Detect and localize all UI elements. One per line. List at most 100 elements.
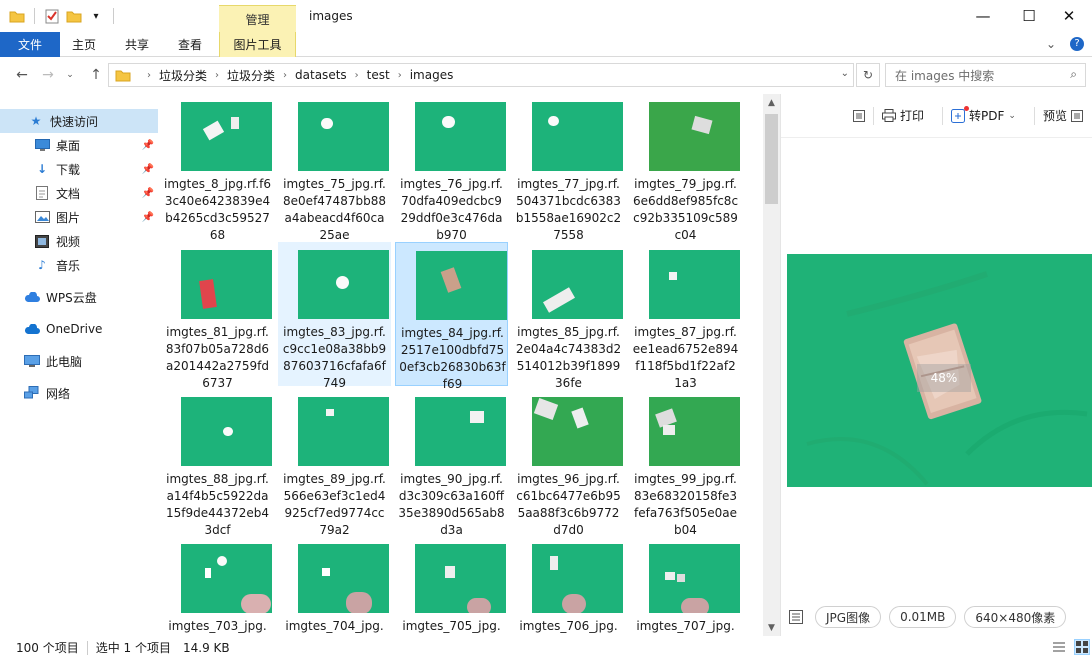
nav-network[interactable]: 网络 xyxy=(0,381,158,405)
file-tile[interactable]: imgtes_96_jpg.rf.c61bc6477e6b955aa88f3c6… xyxy=(512,389,625,537)
breadcrumb-item[interactable]: 垃圾分类 xyxy=(227,67,275,84)
nav-quick-access[interactable]: ★ 快速访问 xyxy=(0,109,158,133)
file-grid: imgtes_8_jpg.rf.f63c40e6423839e4b4265cd3… xyxy=(161,94,763,636)
search-input[interactable]: 在 images 中搜索 ⌕ xyxy=(885,63,1086,87)
nav-item-documents[interactable]: 文档 📌 xyxy=(0,181,158,205)
file-name: imgtes_77_jpg.rf.504371bcdc6383b1558ae16… xyxy=(515,177,622,242)
pin-icon[interactable]: 📌 xyxy=(142,188,154,199)
divider xyxy=(86,640,88,655)
nav-item-music[interactable]: ♪ 音乐 xyxy=(0,253,158,277)
file-tile[interactable]: imgtes_83_jpg.rf.c9cc1e08a38bb987603716c… xyxy=(278,242,391,390)
nav-item-pictures[interactable]: 图片 📌 xyxy=(0,205,158,229)
file-tile[interactable]: imgtes_707_jpg. xyxy=(629,536,742,636)
customize-qat-icon[interactable]: ▾ xyxy=(87,7,105,25)
image-thumbnail xyxy=(532,397,623,466)
nav-item-desktop[interactable]: 桌面 📌 xyxy=(0,133,158,157)
file-tile[interactable]: imgtes_8_jpg.rf.f63c40e6423839e4b4265cd3… xyxy=(161,94,274,242)
download-icon: ↓ xyxy=(36,162,48,176)
preview-label: 预览 xyxy=(1042,109,1067,123)
help-icon[interactable]: ? xyxy=(1070,37,1084,51)
file-tile[interactable]: imgtes_77_jpg.rf.504371bcdc6383b1558ae16… xyxy=(512,94,625,242)
back-icon[interactable]: ← xyxy=(12,66,32,84)
minimize-button[interactable]: — xyxy=(960,0,1006,32)
file-tile-selected[interactable]: imgtes_84_jpg.rf.2517e100dbfd750ef3cb268… xyxy=(395,242,508,391)
nav-label: WPS云盘 xyxy=(46,290,97,305)
close-button[interactable]: ✕ xyxy=(1046,0,1092,32)
scrollbar-thumb[interactable] xyxy=(765,114,778,204)
properties-icon[interactable] xyxy=(43,7,61,25)
tab-share[interactable]: 共享 xyxy=(113,32,161,57)
breadcrumb-item[interactable]: datasets xyxy=(295,68,347,82)
file-name: imgtes_703_jpg. xyxy=(168,619,267,633)
pin-icon[interactable]: 📌 xyxy=(142,164,154,175)
tab-home[interactable]: 主页 xyxy=(60,32,108,57)
image-thumbnail xyxy=(532,544,623,613)
file-tile[interactable]: imgtes_81_jpg.rf.83f07b05a728d6a201442a2… xyxy=(161,242,274,390)
refresh-button[interactable]: ↻ xyxy=(856,63,880,87)
preview-info-bar: JPG图像 0.01MB 640×480像素 xyxy=(789,606,1067,628)
onedrive-icon xyxy=(24,321,40,337)
pin-icon[interactable]: 📌 xyxy=(142,140,154,151)
file-tile[interactable]: imgtes_89_jpg.rf.566e63ef3c1ed4925cf7ed9… xyxy=(278,389,391,537)
vertical-scrollbar[interactable]: ▲ ▼ xyxy=(763,94,780,636)
address-bar[interactable]: › 垃圾分类 › 垃圾分类 › datasets › test › images… xyxy=(108,63,854,87)
tab-manage[interactable]: 管理 xyxy=(219,5,296,32)
nav-onedrive[interactable]: OneDrive xyxy=(0,317,158,341)
image-thumbnail xyxy=(649,544,740,613)
tab-file[interactable]: 文件 xyxy=(0,32,60,57)
file-tile[interactable]: imgtes_75_jpg.rf.8e0ef47487bb88a4abeacd4… xyxy=(278,94,391,242)
preview-button[interactable]: 预览 xyxy=(1043,107,1083,124)
address-dropdown-icon[interactable]: ⌄ xyxy=(841,68,849,79)
file-tile[interactable]: imgtes_705_jpg. xyxy=(395,536,508,636)
recent-locations-icon[interactable]: ⌄ xyxy=(60,66,80,84)
file-tile[interactable]: imgtes_76_jpg.rf.70dfa409edcbc929ddf0e3c… xyxy=(395,94,508,242)
file-name: imgtes_87_jpg.rf.ee1ead6752e894f118f5bd1… xyxy=(632,325,739,390)
nav-label: OneDrive xyxy=(46,322,103,336)
new-folder-icon[interactable] xyxy=(65,7,83,25)
nav-label: 下载 xyxy=(56,162,81,177)
zoom-indicator: 48% xyxy=(917,364,971,392)
print-button[interactable]: 打印 xyxy=(882,107,924,124)
scroll-up-icon[interactable]: ▲ xyxy=(763,94,780,111)
file-tile[interactable]: imgtes_703_jpg. xyxy=(161,536,274,636)
tab-picture-tools[interactable]: 图片工具 xyxy=(219,32,296,57)
search-icon: ⌕ xyxy=(1070,67,1077,81)
file-tile[interactable]: imgtes_706_jpg. xyxy=(512,536,625,636)
file-tile[interactable]: imgtes_79_jpg.rf.6e6dd8ef985fc8cc92b3351… xyxy=(629,94,742,242)
forward-icon[interactable]: → xyxy=(38,66,58,84)
file-tile[interactable]: imgtes_99_jpg.rf.83e68320158fe3fefa763f5… xyxy=(629,389,742,537)
scroll-down-icon[interactable]: ▼ xyxy=(763,619,780,636)
file-tile[interactable]: imgtes_90_jpg.rf.d3c309c63a160ff35e3890d… xyxy=(395,389,508,537)
details-view-icon[interactable] xyxy=(1052,640,1066,654)
to-pdf-button[interactable]: 转PDF ⌄ xyxy=(951,105,1016,124)
info-toggle-icon[interactable] xyxy=(789,610,803,624)
file-name: imgtes_85_jpg.rf.2e04a4c74383d2514012b39… xyxy=(515,325,622,390)
chevron-down-icon[interactable]: ⌄ xyxy=(1008,111,1016,121)
breadcrumb-item[interactable]: images xyxy=(410,68,454,82)
divider xyxy=(942,106,944,125)
nav-item-downloads[interactable]: ↓ 下载 📌 xyxy=(0,157,158,181)
panel-toggle-icon[interactable] xyxy=(853,109,865,122)
tab-view[interactable]: 查看 xyxy=(166,32,214,57)
nav-item-videos[interactable]: 视频 xyxy=(0,229,158,253)
file-tile[interactable]: imgtes_704_jpg. xyxy=(278,536,391,636)
file-tile[interactable]: imgtes_87_jpg.rf.ee1ead6752e894f118f5bd1… xyxy=(629,242,742,390)
pin-icon[interactable]: 📌 xyxy=(142,212,154,223)
nav-wps-cloud[interactable]: WPS云盘 xyxy=(0,285,158,309)
file-tile[interactable]: imgtes_85_jpg.rf.2e04a4c74383d2514012b39… xyxy=(512,242,625,390)
file-name: imgtes_76_jpg.rf.70dfa409edcbc929ddf0e3c… xyxy=(400,177,503,242)
file-name: imgtes_81_jpg.rf.83f07b05a728d6a201442a2… xyxy=(165,325,270,390)
nav-label: 视频 xyxy=(56,234,81,249)
address-row: ← → ⌄ ↑ › 垃圾分类 › 垃圾分类 › datasets › test … xyxy=(0,58,1092,92)
nav-this-pc[interactable]: 此电脑 xyxy=(0,349,158,373)
file-name: imgtes_8_jpg.rf.f63c40e6423839e4b4265cd3… xyxy=(164,177,271,242)
up-icon[interactable]: ↑ xyxy=(86,66,106,84)
expand-ribbon-icon[interactable]: ⌄ xyxy=(1046,37,1056,51)
preview-options-icon[interactable] xyxy=(1070,109,1083,122)
file-tile[interactable]: imgtes_88_jpg.rf.a14f4b5c5922da15f9de443… xyxy=(161,389,274,537)
selection-count: 选中 1 个项目 xyxy=(95,641,171,655)
breadcrumb-item[interactable]: test xyxy=(367,68,390,82)
breadcrumb-item[interactable]: 垃圾分类 xyxy=(159,67,207,84)
large-icons-view-icon[interactable] xyxy=(1074,639,1090,655)
divider xyxy=(34,8,35,24)
